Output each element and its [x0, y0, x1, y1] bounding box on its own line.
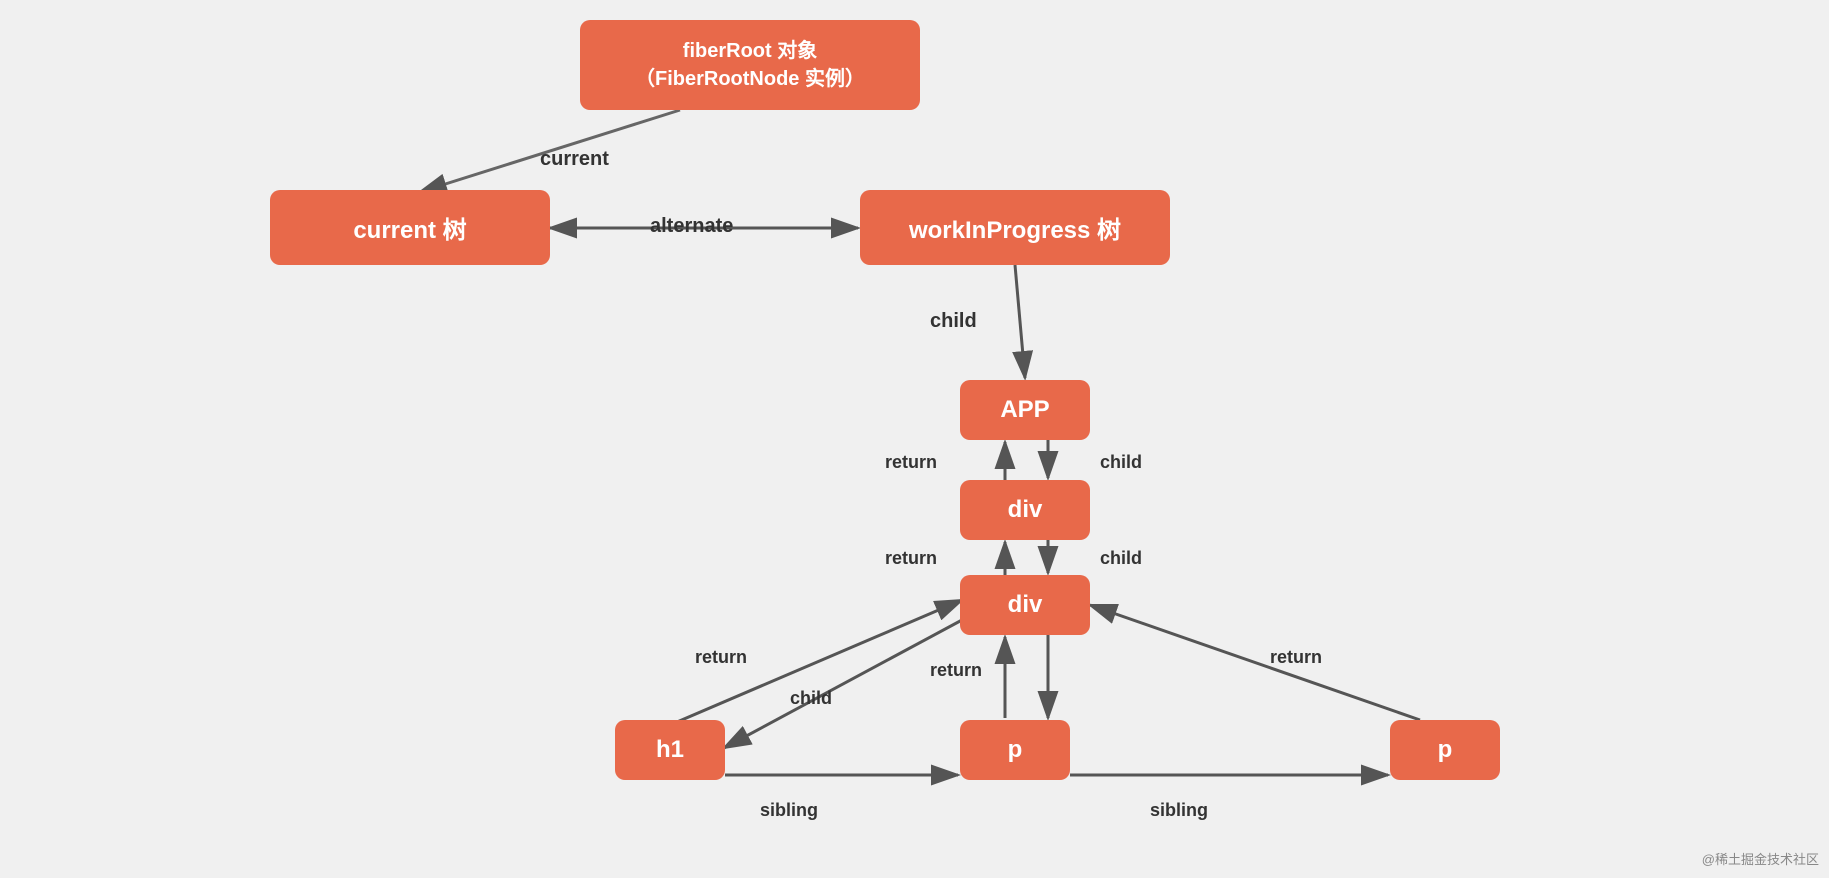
app-node: APP	[960, 380, 1090, 440]
child2-label: child	[1100, 452, 1142, 473]
h1-node: h1	[615, 720, 725, 780]
return1-label: return	[885, 452, 937, 473]
child1-label: child	[930, 310, 977, 333]
diagram: fiberRoot 对象 （FiberRootNode 实例） current …	[0, 0, 1829, 878]
fiberroot-node: fiberRoot 对象 （FiberRootNode 实例）	[580, 20, 920, 110]
arrows-svg	[0, 0, 1829, 878]
return4-label: return	[930, 660, 982, 681]
sibling1-label: sibling	[760, 800, 818, 821]
watermark: @稀土掘金技术社区	[1702, 849, 1819, 868]
p2-node: p	[1390, 720, 1500, 780]
current-label: current	[540, 148, 609, 171]
div1-node: div	[960, 480, 1090, 540]
current-tree-node: current 树	[270, 190, 550, 265]
p1-node: p	[960, 720, 1070, 780]
return5-label: return	[1270, 647, 1322, 668]
child3-label: child	[1100, 548, 1142, 569]
return2-label: return	[885, 548, 937, 569]
workinprogress-node: workInProgress 树	[860, 190, 1170, 265]
sibling2-label: sibling	[1150, 800, 1208, 821]
alternate-label: alternate	[650, 215, 733, 238]
div2-node: div	[960, 575, 1090, 635]
return3-label: return	[695, 647, 747, 668]
child4-label: child	[790, 688, 832, 709]
